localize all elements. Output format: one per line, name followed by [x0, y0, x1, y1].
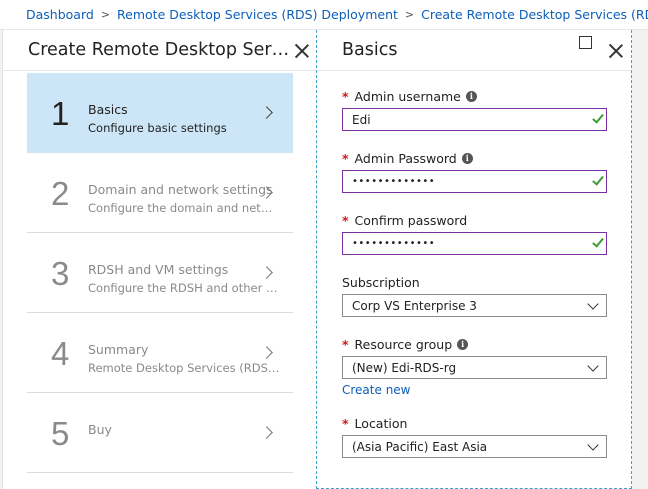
close-icon[interactable]	[295, 44, 309, 58]
blade-title: Create Remote Desktop Servi...	[28, 40, 290, 60]
info-icon[interactable]: i	[465, 90, 477, 102]
blade-title: Basics	[342, 40, 398, 60]
step-number: 4	[51, 335, 70, 372]
basics-blade: Basics * Admin username i Edi * Admin Pa…	[316, 30, 632, 489]
step-buy[interactable]: 5 Buy	[27, 393, 293, 473]
required-marker: *	[342, 415, 349, 431]
chevron-down-icon	[587, 360, 599, 372]
subscription-select[interactable]: Corp VS Enterprise 3	[342, 294, 607, 317]
chevron-right-icon: >	[100, 8, 111, 21]
step-summary[interactable]: 4 Summary Remote Desktop Services (RDS) …	[27, 313, 293, 393]
create-rds-blade: Create Remote Desktop Servi... 1 Basics …	[2, 30, 316, 489]
checkmark-icon	[592, 111, 604, 124]
subscription-label: Subscription	[342, 274, 607, 290]
info-icon[interactable]: i	[457, 338, 469, 350]
step-title: Buy	[88, 422, 112, 437]
chevron-right-icon	[260, 346, 273, 359]
label-text: Admin Password	[354, 150, 457, 166]
step-subtitle: Configure basic settings	[88, 121, 227, 135]
step-domain-network[interactable]: 2 Domain and network settings Configure …	[27, 153, 293, 233]
step-title: Basics	[88, 102, 128, 117]
close-icon[interactable]	[609, 44, 623, 58]
chevron-right-icon: >	[404, 8, 415, 21]
wizard-steps: 1 Basics Configure basic settings 2 Doma…	[27, 73, 293, 473]
breadcrumb-create-rds-deployment[interactable]: Create Remote Desktop Services (RDS) Dep…	[421, 7, 648, 22]
label-text: Location	[354, 415, 408, 431]
admin-username-input[interactable]: Edi	[342, 108, 607, 131]
location-select[interactable]: (Asia Pacific) East Asia	[342, 435, 607, 458]
step-number: 1	[51, 95, 70, 132]
blade-header: Basics	[317, 30, 631, 71]
required-marker: *	[342, 88, 349, 104]
create-new-link[interactable]: Create new	[342, 383, 411, 397]
confirm-password-input[interactable]: •••••••••••••	[342, 232, 607, 255]
label-text: Resource group	[354, 336, 453, 352]
chevron-right-icon	[260, 106, 273, 119]
checkmark-icon	[592, 173, 604, 186]
step-number: 2	[51, 175, 70, 212]
breadcrumb-dashboard[interactable]: Dashboard	[26, 7, 94, 22]
required-marker: *	[342, 150, 349, 166]
step-subtitle: Configure the RDSH and other VMs	[88, 281, 280, 295]
breadcrumb: Dashboard > Remote Desktop Services (RDS…	[0, 0, 648, 30]
required-marker: *	[342, 212, 349, 228]
resource-group-select[interactable]: (New) Edi-RDS-rg	[342, 356, 607, 379]
step-subtitle: Configure the domain and network	[88, 201, 280, 215]
step-subtitle: Remote Desktop Services (RDS) D...	[88, 361, 280, 375]
input-value: •••••••••••••	[352, 176, 436, 187]
checkmark-icon	[592, 235, 604, 248]
chevron-right-icon	[260, 426, 273, 439]
step-title: Domain and network settings	[88, 182, 273, 197]
required-marker: *	[342, 336, 349, 352]
breadcrumb-rds-deployment[interactable]: Remote Desktop Services (RDS) Deployment	[117, 7, 398, 22]
select-value: Corp VS Enterprise 3	[352, 298, 477, 313]
step-title: RDSH and VM settings	[88, 262, 229, 277]
step-rdsh-vm[interactable]: 3 RDSH and VM settings Configure the RDS…	[27, 233, 293, 313]
input-value: Edi	[352, 112, 371, 127]
input-value: •••••••••••••	[352, 238, 436, 249]
select-value: (Asia Pacific) East Asia	[352, 439, 488, 454]
label-text: Subscription	[342, 274, 420, 290]
confirm-password-label: * Confirm password	[342, 212, 607, 228]
label-text: Confirm password	[354, 212, 468, 228]
chevron-down-icon	[587, 439, 599, 451]
admin-password-label: * Admin Password i	[342, 150, 607, 166]
admin-password-input[interactable]: •••••••••••••	[342, 170, 607, 193]
basics-form: * Admin username i Edi * Admin Password …	[342, 88, 607, 458]
location-label: * Location	[342, 415, 607, 431]
admin-username-label: * Admin username i	[342, 88, 607, 104]
step-title: Summary	[88, 342, 149, 357]
step-number: 5	[51, 415, 70, 452]
blade-header: Create Remote Desktop Servi...	[3, 30, 316, 71]
resource-group-label: * Resource group i	[342, 336, 607, 352]
info-icon[interactable]: i	[461, 152, 473, 164]
step-basics[interactable]: 1 Basics Configure basic settings	[27, 73, 293, 153]
step-number: 3	[51, 255, 70, 292]
chevron-down-icon	[587, 298, 599, 310]
label-text: Admin username	[354, 88, 461, 104]
maximize-icon[interactable]	[579, 36, 592, 49]
chevron-right-icon	[260, 266, 273, 279]
select-value: (New) Edi-RDS-rg	[352, 360, 457, 375]
